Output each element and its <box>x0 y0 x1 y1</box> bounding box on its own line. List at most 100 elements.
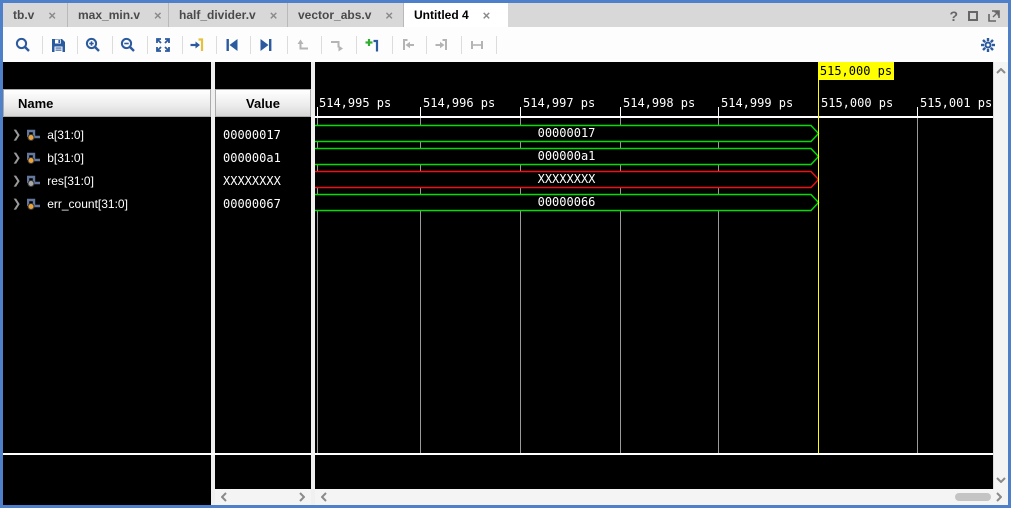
wave-hscrollbar[interactable] <box>315 489 1008 505</box>
maximize-icon[interactable] <box>968 11 978 21</box>
signal-value: XXXXXXXX <box>223 169 281 192</box>
signal-row-res[interactable]: ❯ res[31:0] <box>3 169 211 192</box>
axis-tick-label: 514,997 ps <box>523 96 595 110</box>
name-panel-footer <box>3 489 211 505</box>
tab-half_divider.v[interactable]: half_divider.v × <box>169 3 288 27</box>
bus-signal-icon <box>27 174 41 187</box>
signal-name: b[31:0] <box>47 151 84 165</box>
signal-value: 00000017 <box>223 123 281 146</box>
close-icon[interactable]: × <box>270 9 278 22</box>
axis-tick-label: 515,000 ps <box>821 96 893 110</box>
wave-separator-line <box>315 453 993 455</box>
tab-untitled-4[interactable]: Untitled 4 × <box>404 3 508 27</box>
close-icon[interactable]: × <box>385 9 393 22</box>
signal-row-b[interactable]: ❯ b[31:0] <box>3 146 211 169</box>
gridline <box>620 118 621 454</box>
wave-toolbar <box>3 27 1008 65</box>
signal-name-panel: Name ❯ a[31:0] ❯ b[31:0] ❯ res[31:0] ❯ e… <box>3 62 211 505</box>
zoom-in-icon[interactable] <box>78 30 108 60</box>
scroll-up-icon[interactable] <box>994 64 1008 78</box>
expand-chevron-icon[interactable]: ❯ <box>12 197 21 210</box>
gridline <box>917 118 918 454</box>
axis-tick-label: 514,999 ps <box>721 96 793 110</box>
waveform-canvas[interactable]: 514,995 ps 514,996 ps 514,997 ps 514,998… <box>315 62 993 489</box>
cursor-line[interactable] <box>818 80 819 454</box>
float-window-icon[interactable] <box>988 10 1000 22</box>
go-to-time-0-icon[interactable] <box>217 30 247 60</box>
waveform-window: tb.v × max_min.v × half_divider.v × vect… <box>0 0 1011 508</box>
axis-tick-label: 514,995 ps <box>319 96 391 110</box>
scroll-right-icon[interactable] <box>295 490 309 504</box>
axis-tick <box>718 107 719 116</box>
signal-name: res[31:0] <box>47 174 94 188</box>
scroll-left-icon[interactable] <box>317 490 331 504</box>
go-to-cursor-icon[interactable] <box>183 30 213 60</box>
tab-bar: tb.v × max_min.v × half_divider.v × vect… <box>3 3 1008 27</box>
add-marker-icon[interactable] <box>357 30 387 60</box>
gridline <box>718 118 719 454</box>
axis-tick-label: 514,996 ps <box>423 96 495 110</box>
signal-value: 00000067 <box>223 192 281 215</box>
next-transition-icon[interactable] <box>322 30 352 60</box>
value-panel-hscrollbar[interactable] <box>215 489 311 505</box>
previous-edge-icon[interactable] <box>393 30 423 60</box>
tab-tb.v[interactable]: tb.v × <box>3 3 68 27</box>
cursor-time-badge[interactable]: 515,000 ps <box>818 62 894 80</box>
help-icon[interactable]: ? <box>949 8 958 24</box>
gridline <box>317 118 318 454</box>
hscrollbar-thumb[interactable] <box>955 493 991 501</box>
bus-value-b: 000000a1 <box>315 147 818 166</box>
expand-chevron-icon[interactable]: ❯ <box>12 151 21 164</box>
tab-label: tb.v <box>13 8 34 22</box>
zoom-out-icon[interactable] <box>113 30 143 60</box>
zoom-fit-icon[interactable] <box>148 30 178 60</box>
tab-label: vector_abs.v <box>298 8 371 22</box>
next-edge-icon[interactable] <box>427 30 457 60</box>
axis-tick <box>420 107 421 116</box>
close-icon[interactable]: × <box>483 9 491 22</box>
expand-chevron-icon[interactable]: ❯ <box>12 128 21 141</box>
bus-value-err_count: 00000066 <box>315 193 818 212</box>
save-icon[interactable] <box>43 30 73 60</box>
axis-tick <box>917 107 918 116</box>
axis-tick-label: 514,998 ps <box>623 96 695 110</box>
tab-max_min.v[interactable]: max_min.v × <box>68 3 169 27</box>
bus-value-res: XXXXXXXX <box>315 170 818 189</box>
gridline <box>520 118 521 454</box>
signal-row-a[interactable]: ❯ a[31:0] <box>3 123 211 146</box>
name-column-header[interactable]: Name <box>3 89 211 117</box>
axis-tick-label: 515,001 ps <box>920 96 992 110</box>
tab-label: Untitled 4 <box>414 8 469 22</box>
bus-signal-icon <box>27 151 41 164</box>
bus-signal-icon <box>27 128 41 141</box>
go-to-last-time-icon[interactable] <box>251 30 281 60</box>
scroll-down-icon[interactable] <box>994 473 1008 487</box>
expand-chevron-icon[interactable]: ❯ <box>12 174 21 187</box>
window-controls: ? <box>949 7 1000 25</box>
find-icon[interactable] <box>8 30 38 60</box>
scroll-left-icon[interactable] <box>217 490 231 504</box>
tab-vector_abs.v[interactable]: vector_abs.v × <box>288 3 404 27</box>
swap-cursors-icon[interactable] <box>462 30 492 60</box>
panel-separator-line <box>3 453 311 455</box>
tab-label: max_min.v <box>78 8 140 22</box>
signal-value: 000000a1 <box>223 146 281 169</box>
signal-name: a[31:0] <box>47 128 84 142</box>
settings-gear-icon[interactable] <box>973 30 1003 60</box>
signal-value-panel: Value 00000017 000000a1 XXXXXXXX 0000006… <box>215 62 311 489</box>
axis-baseline <box>315 116 993 118</box>
close-icon[interactable]: × <box>48 9 56 22</box>
scroll-right-icon[interactable] <box>992 490 1006 504</box>
signal-name: err_count[31:0] <box>47 197 128 211</box>
tab-label: half_divider.v <box>179 8 256 22</box>
previous-transition-icon[interactable] <box>288 30 318 60</box>
gridline <box>420 118 421 454</box>
bus-value-a: 00000017 <box>315 124 818 143</box>
signal-row-err_count[interactable]: ❯ err_count[31:0] <box>3 192 211 215</box>
axis-tick <box>620 107 621 116</box>
close-icon[interactable]: × <box>154 9 162 22</box>
vertical-scrollbar[interactable] <box>993 62 1008 489</box>
bus-signal-icon <box>27 197 41 210</box>
axis-tick <box>520 107 521 116</box>
value-column-header[interactable]: Value <box>215 89 311 117</box>
